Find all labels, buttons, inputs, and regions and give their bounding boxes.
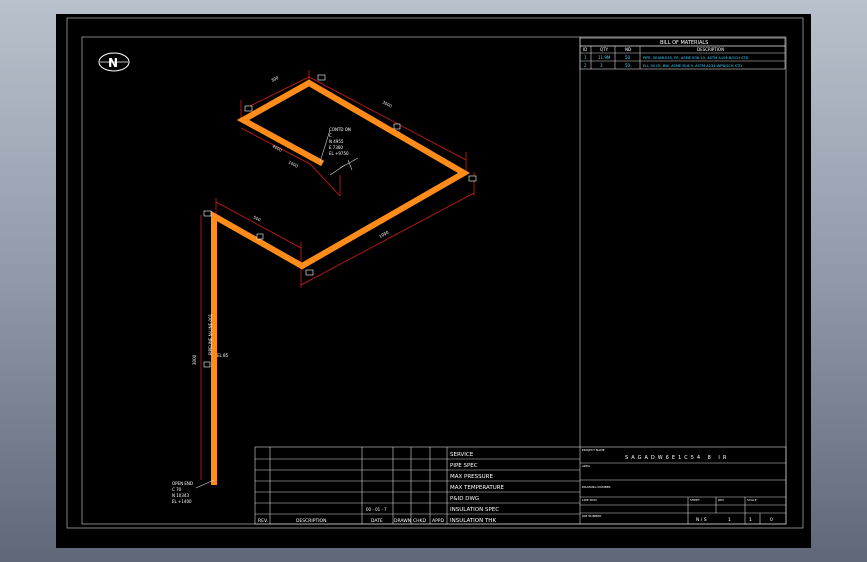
callout-top-2: C	[329, 133, 332, 138]
bom-title: BILL OF MATERIALS	[660, 40, 708, 46]
sheet-of: 1	[749, 517, 752, 523]
callout-top-4: E 7360	[329, 145, 343, 150]
bom-row-1-qty: 11.9M	[598, 55, 611, 60]
project-label: PROJECT NAME	[582, 448, 605, 452]
bom-header-id: ID	[583, 47, 587, 52]
sheet-label: SHEET	[690, 498, 700, 502]
bom-header-qty: QTY	[600, 47, 609, 52]
sheet-value: N / S	[696, 517, 707, 523]
cad-drawing-viewport[interactable]: N BILL OF MATERIALS ID QTY ND DESCRIPTIO…	[0, 0, 867, 562]
line-num-label: LINE NUM	[582, 498, 597, 502]
bom-header-nd: ND	[625, 47, 631, 52]
drawing-sheet	[56, 14, 811, 548]
bom-row-2-desc: ELL 90 LR, BW, ASME B16.9, ASTM A234-WPB…	[643, 64, 742, 68]
elevation-label: EL 85	[217, 353, 229, 358]
rev-header-date: DATE	[371, 518, 383, 524]
prop-pipe-spec: PIPE SPEC	[450, 463, 478, 469]
rev-header-description: DESCRIPTION	[296, 518, 326, 524]
rev-header-chkd: CHKD	[413, 518, 426, 524]
prop-insulation-thk: INSULATION THK	[450, 518, 496, 524]
callout-bottom-3: N 10343	[172, 493, 189, 498]
project-name: SAGADW6E1C54 8 IR	[625, 455, 729, 461]
bom-row-1-nd: 50	[625, 55, 631, 60]
north-label: N	[108, 56, 118, 70]
prop-max-pressure: MAX PRESSURE	[450, 474, 493, 480]
rev-header-rev: REV.	[258, 518, 268, 524]
callout-bottom-2: C 70	[172, 487, 182, 492]
rev-header-appd: APPD	[432, 518, 445, 524]
rev-stamp: 00 - 01 - 7	[366, 507, 387, 512]
bom-row-2-nd: 50	[625, 63, 631, 68]
dim-7: 3000	[192, 354, 197, 365]
callout-bottom-1: OPEN END	[172, 481, 193, 486]
sheet-num: 1	[728, 517, 731, 523]
prop-insulation-spec: INSULATION SPEC	[450, 507, 499, 513]
vertical-pipeline-label: PIPELINE N-LINE-001	[208, 313, 213, 355]
rev-header-drawn: DRAWN	[394, 518, 411, 524]
callout-bottom-4: EL +1400	[172, 499, 192, 504]
bom-row-1-desc: PIPE, SEAMLESS, PE, ASME B36.10, ASTM A1…	[643, 56, 749, 60]
scale-label: SCALE	[747, 498, 757, 502]
callout-top-1: CONTD ON	[329, 127, 351, 132]
prop-service: SERVICE	[450, 452, 474, 458]
rev-label: REV	[718, 498, 725, 502]
prop-max-temperature: MAX TEMPERATURE	[450, 485, 505, 491]
callout-top-5: EL +9750	[329, 151, 349, 156]
area-label: AREA	[582, 464, 591, 468]
north-arrow-icon: N	[98, 52, 130, 72]
bom-header-desc: DESCRIPTION	[697, 47, 724, 52]
callout-top-3: N 4955	[329, 139, 344, 144]
drawing-number-label: DRAWING NUMBER	[582, 485, 611, 489]
rev-value: 0	[770, 517, 773, 523]
job-number-label: JOB NUMBER	[581, 514, 601, 518]
prop-pid-dwg: P&ID DWG	[450, 496, 479, 502]
